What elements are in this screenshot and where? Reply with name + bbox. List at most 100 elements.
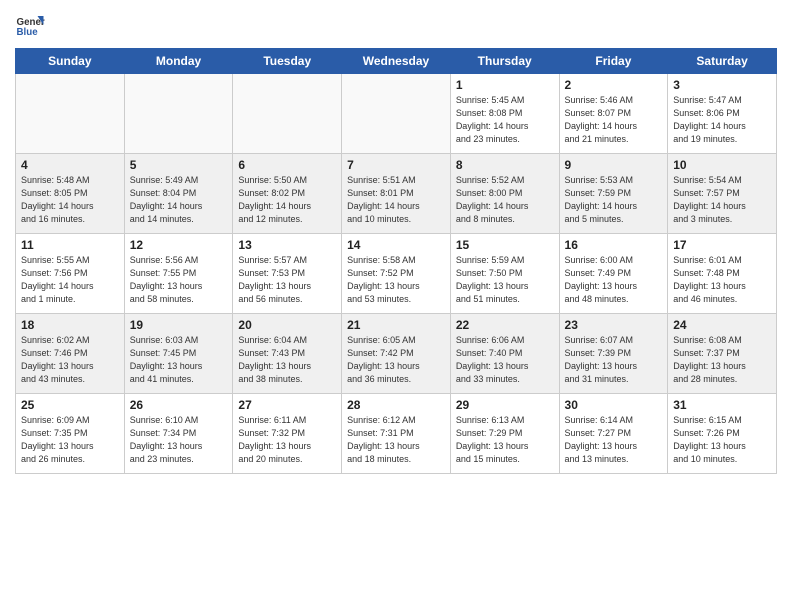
- calendar-cell: [342, 74, 451, 154]
- calendar-week-1: 1Sunrise: 5:45 AM Sunset: 8:08 PM Daylig…: [16, 74, 777, 154]
- day-number: 9: [565, 158, 663, 172]
- col-header-tuesday: Tuesday: [233, 49, 342, 74]
- day-info: Sunrise: 6:10 AM Sunset: 7:34 PM Dayligh…: [130, 414, 228, 466]
- day-info: Sunrise: 6:14 AM Sunset: 7:27 PM Dayligh…: [565, 414, 663, 466]
- calendar-table: SundayMondayTuesdayWednesdayThursdayFrid…: [15, 48, 777, 474]
- day-number: 16: [565, 238, 663, 252]
- day-info: Sunrise: 5:54 AM Sunset: 7:57 PM Dayligh…: [673, 174, 771, 226]
- col-header-thursday: Thursday: [450, 49, 559, 74]
- logo-icon: General Blue: [15, 10, 45, 40]
- day-number: 23: [565, 318, 663, 332]
- calendar-cell: [233, 74, 342, 154]
- day-number: 11: [21, 238, 119, 252]
- svg-text:Blue: Blue: [17, 27, 39, 38]
- calendar-cell: 31Sunrise: 6:15 AM Sunset: 7:26 PM Dayli…: [668, 394, 777, 474]
- day-number: 26: [130, 398, 228, 412]
- day-info: Sunrise: 5:48 AM Sunset: 8:05 PM Dayligh…: [21, 174, 119, 226]
- calendar-cell: 29 Sunrise: 6:13 AM Sunset: 7:29 PM Dayli…: [450, 394, 559, 474]
- calendar-week-3: 11 Sunrise: 5:55 AM Sunset: 7:56 PM Dayli…: [16, 234, 777, 314]
- day-info: Sunrise: 5:51 AM Sunset: 8:01 PM Dayligh…: [347, 174, 445, 226]
- page-header: General Blue: [15, 10, 777, 40]
- col-header-sunday: Sunday: [16, 49, 125, 74]
- day-info: Sunrise: 6:11 AM Sunset: 7:32 PM Dayligh…: [238, 414, 336, 466]
- day-number: 21: [347, 318, 445, 332]
- day-info: Sunrise: 5:59 AM Sunset: 7:50 PM Dayligh…: [456, 254, 554, 306]
- day-info: Sunrise: 6:03 AM Sunset: 7:45 PM Dayligh…: [130, 334, 228, 386]
- calendar-cell: 6 Sunrise: 5:50 AM Sunset: 8:02 PM Daylig…: [233, 154, 342, 234]
- day-info: Sunrise: 5:47 AM Sunset: 8:06 PM Dayligh…: [673, 94, 771, 146]
- calendar-cell: 13 Sunrise: 5:57 AM Sunset: 7:53 PM Dayli…: [233, 234, 342, 314]
- calendar-week-4: 18Sunrise: 6:02 AM Sunset: 7:46 PM Dayli…: [16, 314, 777, 394]
- day-info: Sunrise: 6:01 AM Sunset: 7:48 PM Dayligh…: [673, 254, 771, 306]
- calendar-cell: 8 Sunrise: 5:52 AM Sunset: 8:00 PM Daylig…: [450, 154, 559, 234]
- calendar-cell: 5Sunrise: 5:49 AM Sunset: 8:04 PM Daylig…: [124, 154, 233, 234]
- day-info: Sunrise: 5:58 AM Sunset: 7:52 PM Dayligh…: [347, 254, 445, 306]
- calendar-cell: 17 Sunrise: 6:01 AM Sunset: 7:48 PM Dayli…: [668, 234, 777, 314]
- calendar-cell: 20Sunrise: 6:04 AM Sunset: 7:43 PM Dayli…: [233, 314, 342, 394]
- calendar-cell: 21 Sunrise: 6:05 AM Sunset: 7:42 PM Dayli…: [342, 314, 451, 394]
- day-info: Sunrise: 6:13 AM Sunset: 7:29 PM Dayligh…: [456, 414, 554, 466]
- calendar-cell: 30 Sunrise: 6:14 AM Sunset: 7:27 PM Dayli…: [559, 394, 668, 474]
- day-info: Sunrise: 6:05 AM Sunset: 7:42 PM Dayligh…: [347, 334, 445, 386]
- day-info: Sunrise: 6:12 AM Sunset: 7:31 PM Dayligh…: [347, 414, 445, 466]
- day-number: 14: [347, 238, 445, 252]
- calendar-cell: 12 Sunrise: 5:56 AM Sunset: 7:55 PM Dayli…: [124, 234, 233, 314]
- day-info: Sunrise: 6:07 AM Sunset: 7:39 PM Dayligh…: [565, 334, 663, 386]
- day-info: Sunrise: 5:46 AM Sunset: 8:07 PM Dayligh…: [565, 94, 663, 146]
- calendar-cell: 15 Sunrise: 5:59 AM Sunset: 7:50 PM Dayli…: [450, 234, 559, 314]
- day-info: Sunrise: 5:52 AM Sunset: 8:00 PM Dayligh…: [456, 174, 554, 226]
- day-info: Sunrise: 6:02 AM Sunset: 7:46 PM Dayligh…: [21, 334, 119, 386]
- day-info: Sunrise: 5:55 AM Sunset: 7:56 PM Dayligh…: [21, 254, 119, 306]
- day-info: Sunrise: 6:06 AM Sunset: 7:40 PM Dayligh…: [456, 334, 554, 386]
- day-number: 3: [673, 78, 771, 92]
- day-number: 6: [238, 158, 336, 172]
- calendar-cell: [124, 74, 233, 154]
- calendar-cell: 22Sunrise: 6:06 AM Sunset: 7:40 PM Dayli…: [450, 314, 559, 394]
- day-number: 25: [21, 398, 119, 412]
- calendar-cell: [16, 74, 125, 154]
- day-number: 28: [347, 398, 445, 412]
- day-number: 31: [673, 398, 771, 412]
- calendar-cell: 10 Sunrise: 5:54 AM Sunset: 7:57 PM Dayli…: [668, 154, 777, 234]
- col-header-wednesday: Wednesday: [342, 49, 451, 74]
- calendar-cell: 26 Sunrise: 6:10 AM Sunset: 7:34 PM Dayli…: [124, 394, 233, 474]
- day-info: Sunrise: 5:56 AM Sunset: 7:55 PM Dayligh…: [130, 254, 228, 306]
- calendar-week-2: 4 Sunrise: 5:48 AM Sunset: 8:05 PM Daylig…: [16, 154, 777, 234]
- day-number: 10: [673, 158, 771, 172]
- day-number: 13: [238, 238, 336, 252]
- calendar-cell: 28 Sunrise: 6:12 AM Sunset: 7:31 PM Dayli…: [342, 394, 451, 474]
- day-info: Sunrise: 5:45 AM Sunset: 8:08 PM Dayligh…: [456, 94, 554, 146]
- day-info: Sunrise: 5:57 AM Sunset: 7:53 PM Dayligh…: [238, 254, 336, 306]
- calendar-cell: 19 Sunrise: 6:03 AM Sunset: 7:45 PM Dayli…: [124, 314, 233, 394]
- calendar-cell: 23 Sunrise: 6:07 AM Sunset: 7:39 PM Dayli…: [559, 314, 668, 394]
- day-number: 4: [21, 158, 119, 172]
- day-info: Sunrise: 6:09 AM Sunset: 7:35 PM Dayligh…: [21, 414, 119, 466]
- day-number: 15: [456, 238, 554, 252]
- col-header-saturday: Saturday: [668, 49, 777, 74]
- day-number: 5: [130, 158, 228, 172]
- day-number: 24: [673, 318, 771, 332]
- calendar-cell: 27Sunrise: 6:11 AM Sunset: 7:32 PM Dayli…: [233, 394, 342, 474]
- day-number: 12: [130, 238, 228, 252]
- calendar-cell: 2Sunrise: 5:46 AM Sunset: 8:07 PM Daylig…: [559, 74, 668, 154]
- header-row: SundayMondayTuesdayWednesdayThursdayFrid…: [16, 49, 777, 74]
- day-info: Sunrise: 6:00 AM Sunset: 7:49 PM Dayligh…: [565, 254, 663, 306]
- day-number: 17: [673, 238, 771, 252]
- calendar-cell: 4 Sunrise: 5:48 AM Sunset: 8:05 PM Daylig…: [16, 154, 125, 234]
- day-info: Sunrise: 5:53 AM Sunset: 7:59 PM Dayligh…: [565, 174, 663, 226]
- day-info: Sunrise: 5:50 AM Sunset: 8:02 PM Dayligh…: [238, 174, 336, 226]
- col-header-friday: Friday: [559, 49, 668, 74]
- calendar-cell: 7 Sunrise: 5:51 AM Sunset: 8:01 PM Daylig…: [342, 154, 451, 234]
- calendar-week-5: 25 Sunrise: 6:09 AM Sunset: 7:35 PM Dayli…: [16, 394, 777, 474]
- day-number: 8: [456, 158, 554, 172]
- day-number: 29: [456, 398, 554, 412]
- calendar-cell: 16 Sunrise: 6:00 AM Sunset: 7:49 PM Dayli…: [559, 234, 668, 314]
- day-number: 19: [130, 318, 228, 332]
- day-number: 7: [347, 158, 445, 172]
- calendar-cell: 1Sunrise: 5:45 AM Sunset: 8:08 PM Daylig…: [450, 74, 559, 154]
- calendar-cell: 18Sunrise: 6:02 AM Sunset: 7:46 PM Dayli…: [16, 314, 125, 394]
- col-header-monday: Monday: [124, 49, 233, 74]
- calendar-cell: 3 Sunrise: 5:47 AM Sunset: 8:06 PM Daylig…: [668, 74, 777, 154]
- calendar-cell: 9 Sunrise: 5:53 AM Sunset: 7:59 PM Daylig…: [559, 154, 668, 234]
- day-number: 30: [565, 398, 663, 412]
